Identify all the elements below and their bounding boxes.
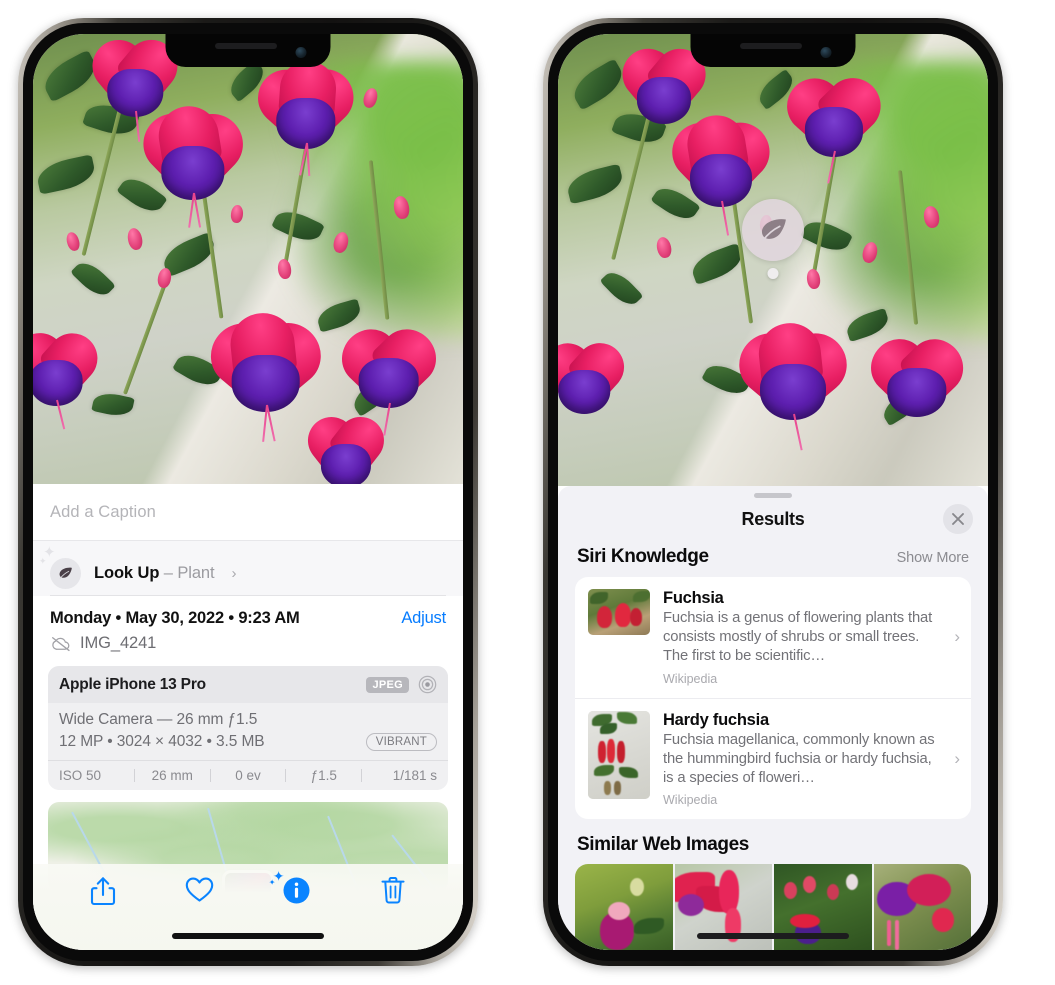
photo-filename: IMG_4241: [80, 634, 157, 652]
right-phone-bezel: Results Siri Knowledge Show More Fuchsia…: [548, 23, 998, 961]
exif-card[interactable]: Apple iPhone 13 Pro JPEG Wide Camera — 2…: [48, 666, 448, 790]
info-button[interactable]: ✦ ✦: [248, 869, 345, 905]
photo-foliage: [33, 34, 463, 484]
visual-lookup-badge[interactable]: [742, 199, 804, 261]
trash-icon: [381, 877, 405, 904]
sparkle-small-icon: ✦: [268, 878, 276, 887]
look-up-subject: Plant: [177, 563, 215, 582]
sparkle-small-icon: ✦: [39, 556, 47, 566]
look-up-dash: –: [163, 563, 173, 582]
photo-datetime: Monday • May 30, 2022 • 9:23 AM: [50, 609, 300, 627]
home-indicator[interactable]: [172, 933, 324, 939]
siri-knowledge-title: Siri Knowledge: [577, 546, 709, 567]
knowledge-title: Fuchsia: [663, 589, 724, 607]
format-badge: JPEG: [366, 676, 409, 693]
web-image-thumbnail[interactable]: [873, 864, 971, 950]
cloud-slash-icon: [50, 636, 72, 652]
left-phone-bezel: Add a Caption ✦ ✦ Look Up – Plant › Mond…: [23, 23, 473, 961]
right-phone-screen: Results Siri Knowledge Show More Fuchsia…: [558, 34, 988, 950]
home-indicator[interactable]: [697, 933, 849, 939]
device-notch: [165, 34, 331, 67]
similar-web-images-title: Similar Web Images: [577, 834, 749, 856]
speaker-icon: [214, 43, 277, 49]
hardy-fuchsia-thumbnail: [588, 710, 650, 799]
knowledge-result-row[interactable]: Fuchsia Fuchsia is a genus of flowering …: [575, 577, 971, 698]
camera-device-name: Apple iPhone 13 Pro: [59, 675, 206, 693]
photo-metadata: Monday • May 30, 2022 • 9:23 AM Adjust I…: [33, 596, 463, 653]
photographic-style-pill: VIBRANT: [365, 733, 437, 751]
adjust-button[interactable]: Adjust: [401, 609, 446, 628]
look-up-band: ✦ ✦ Look Up – Plant ›: [33, 540, 463, 596]
look-up-row[interactable]: ✦ ✦ Look Up – Plant ›: [39, 545, 446, 595]
siri-knowledge-card: Fuchsia Fuchsia is a genus of flowering …: [575, 577, 971, 820]
knowledge-source: Wikipedia: [663, 671, 718, 686]
knowledge-source: Wikipedia: [663, 793, 718, 808]
image-specs: 12 MP • 3024 × 4032 • 3.5 MB: [59, 733, 265, 750]
exif-aperture: ƒ1.5: [310, 768, 337, 783]
screenshot-stage: Add a Caption ✦ ✦ Look Up – Plant › Mond…: [0, 0, 1055, 985]
left-phone-screen: Add a Caption ✦ ✦ Look Up – Plant › Mond…: [33, 34, 463, 950]
photo-fuchsia-flowers[interactable]: [33, 34, 463, 484]
knowledge-title: Hardy fuchsia: [663, 710, 769, 729]
left-phone-device: Add a Caption ✦ ✦ Look Up – Plant › Mond…: [18, 18, 478, 966]
chevron-right-icon: ›: [954, 749, 960, 769]
look-up-action: Look Up: [94, 563, 160, 582]
speaker-icon: [739, 43, 802, 49]
lens-info: Wide Camera — 26 mm ƒ1.5: [59, 711, 258, 728]
close-icon: [952, 513, 964, 525]
front-camera-icon: [295, 47, 307, 58]
device-notch: [690, 34, 856, 67]
aperture-icon: [418, 675, 437, 694]
exif-exposure-bias: 0 ev: [235, 768, 261, 783]
front-camera-icon: [820, 47, 832, 58]
show-more-button[interactable]: Show More: [897, 550, 970, 566]
knowledge-description: Fuchsia is a genus of flowering plants t…: [663, 610, 933, 665]
leaf-icon: [761, 218, 786, 241]
heart-icon: [186, 877, 214, 902]
photo-info-sheet: Add a Caption ✦ ✦ Look Up – Plant › Mond…: [33, 484, 463, 950]
chevron-right-icon: ›: [954, 627, 960, 647]
exif-iso: ISO 50: [59, 768, 102, 783]
share-icon: [91, 877, 116, 906]
results-title: Results: [741, 508, 805, 529]
right-phone-device: Results Siri Knowledge Show More Fuchsia…: [543, 18, 1003, 966]
leaf-icon: [50, 557, 81, 589]
fuchsia-thumbnail: [588, 589, 650, 635]
chevron-right-icon: ›: [231, 564, 237, 582]
exif-header: Apple iPhone 13 Pro JPEG: [48, 666, 448, 703]
results-sheet: Results Siri Knowledge Show More Fuchsia…: [558, 486, 988, 950]
exif-body: Wide Camera — 26 mm ƒ1.5 12 MP • 3024 × …: [48, 703, 448, 760]
favorite-button[interactable]: [152, 876, 249, 903]
knowledge-description: Fuchsia magellanica, commonly known as t…: [663, 731, 935, 787]
look-up-label: Look Up – Plant: [94, 563, 215, 583]
results-header: Results: [558, 498, 988, 540]
exif-shutter-speed: 1/181 s: [392, 768, 437, 783]
web-image-thumbnail[interactable]: [575, 864, 673, 950]
knowledge-result-row[interactable]: Hardy fuchsia Fuchsia magellanica, commo…: [575, 697, 971, 820]
similar-web-images-header: Similar Web Images: [558, 819, 988, 864]
delete-button[interactable]: [345, 876, 442, 905]
share-button[interactable]: [55, 876, 152, 907]
visual-lookup-anchor-dot: [767, 268, 779, 279]
close-button[interactable]: [943, 504, 973, 534]
exif-focal-length: 26 mm: [151, 768, 193, 783]
siri-knowledge-header: Siri Knowledge Show More: [558, 540, 988, 577]
info-sparkle-icon: [283, 877, 310, 904]
exif-footer: ISO 50 26 mm 0 ev ƒ1.5 1/181 s: [48, 760, 448, 790]
caption-input[interactable]: Add a Caption: [33, 484, 463, 540]
